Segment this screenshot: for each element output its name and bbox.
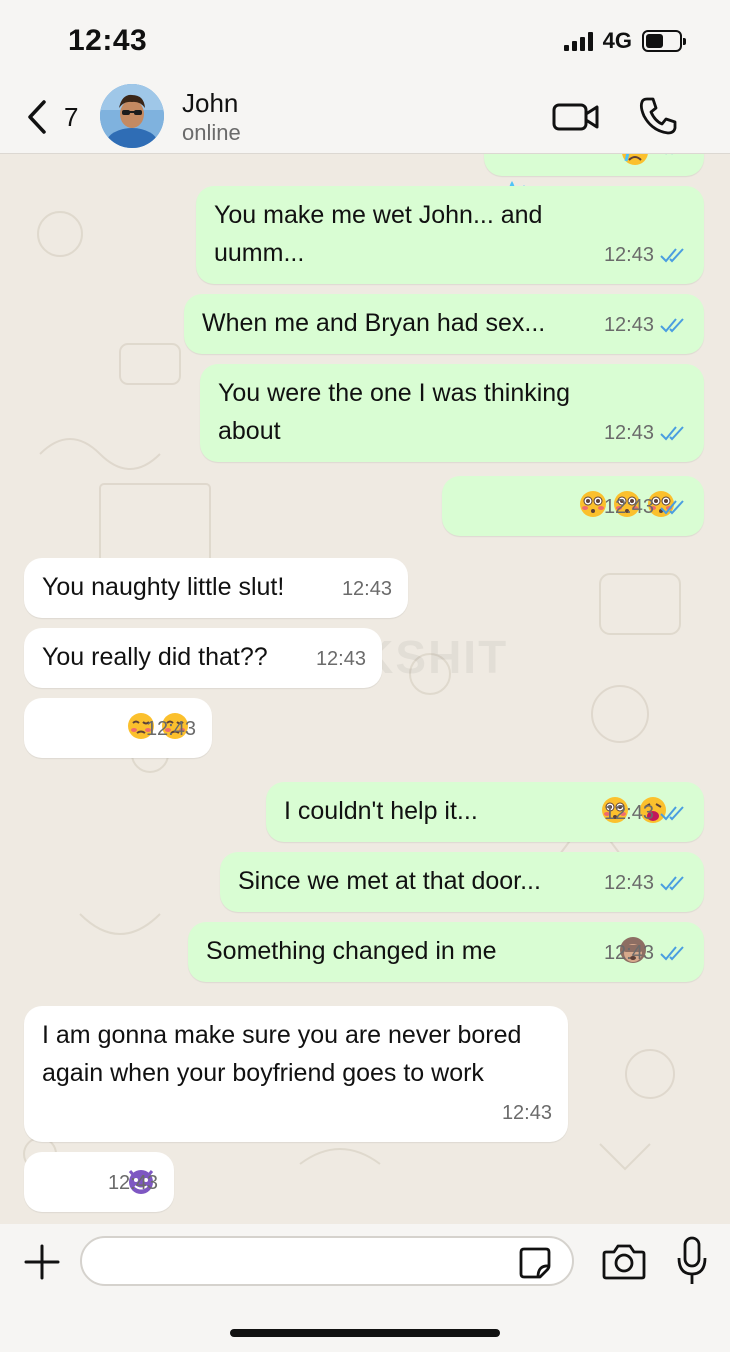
- message-time: 12:43: [603, 872, 654, 894]
- read-receipt-icon: [665, 154, 673, 155]
- sticker-icon[interactable]: [518, 1246, 552, 1280]
- contact-status: online: [182, 120, 241, 145]
- message-meta: 12:42: [604, 154, 688, 166]
- message-meta: 12:43: [604, 934, 688, 972]
- message-meta: 12:43: [604, 488, 688, 526]
- read-receipt-icon: [660, 806, 684, 821]
- status-time: 12:43: [68, 24, 148, 57]
- message-time: 12:42: [604, 154, 654, 166]
- outgoing-message[interactable]: You make me wet John... and uumm... 12:43: [196, 186, 704, 284]
- message-time: 12:43: [603, 314, 654, 336]
- message-text: I am gonna make sure you are never bored…: [42, 1021, 529, 1087]
- read-receipt-icon: [660, 500, 684, 515]
- status-indicators: 4G: [563, 28, 686, 54]
- read-receipt-icon: [660, 946, 684, 961]
- microphone-icon[interactable]: [676, 1236, 708, 1286]
- message-meta: 12:43: [316, 640, 366, 678]
- message-text: You make me wet John... and uumm...: [214, 201, 550, 267]
- signal-icon: [563, 31, 593, 51]
- unread-count: 7: [64, 101, 79, 132]
- video-camera-icon[interactable]: [552, 100, 600, 134]
- message-time: 12:43: [603, 422, 654, 444]
- message-meta: 12:43: [342, 570, 392, 608]
- outgoing-message[interactable]: Something changed in me 12:43: [188, 922, 704, 982]
- read-receipt-icon: [660, 248, 684, 263]
- outgoing-message[interactable]: 12:42: [484, 154, 704, 197]
- message-text: You naughty little slut!: [42, 573, 285, 601]
- avatar[interactable]: [100, 84, 164, 148]
- message-text: I couldn't help it...: [284, 797, 478, 825]
- message-meta: 12:43: [604, 236, 688, 274]
- message-time: 12:43: [107, 1172, 158, 1194]
- incoming-message[interactable]: 12:43: [24, 1152, 174, 1212]
- back-button[interactable]: 7: [24, 96, 78, 138]
- message-meta: 12:43: [604, 306, 688, 344]
- outgoing-message[interactable]: Since we met at that door... 12:43: [220, 852, 704, 912]
- message-text: [42, 713, 126, 741]
- chat-area[interactable]: PRANKSHIT PRANKSHIT 12:42You make me wet…: [0, 154, 730, 1224]
- message-input[interactable]: [80, 1236, 574, 1286]
- incoming-message[interactable]: 12:43: [24, 698, 212, 758]
- outgoing-message[interactable]: I couldn't help it... 12:43: [266, 782, 704, 842]
- home-indicator: [230, 1329, 500, 1337]
- camera-icon[interactable]: [602, 1242, 646, 1280]
- message-time: 12:43: [315, 648, 366, 670]
- message-text: [502, 154, 620, 167]
- plus-icon[interactable]: [22, 1242, 62, 1282]
- read-receipt-icon: [660, 876, 684, 891]
- chat-header: 7 John online: [0, 82, 730, 154]
- message-time: 12:43: [341, 578, 392, 600]
- message-time: 12:43: [501, 1102, 552, 1124]
- message-time: 12:43: [603, 942, 654, 964]
- read-receipt-icon: [660, 426, 684, 441]
- message-time: 12:43: [603, 802, 654, 824]
- incoming-message[interactable]: You really did that?? 12:43: [24, 628, 382, 688]
- network-type: 4G: [602, 28, 632, 53]
- message-text: You really did that??: [42, 643, 268, 671]
- message-text: You were the one I was thinking about: [218, 379, 578, 445]
- battery-icon: [642, 30, 686, 52]
- message-meta: 12:43: [502, 1094, 552, 1132]
- chevron-left-icon: [28, 100, 46, 134]
- message-text: Something changed in me: [206, 937, 497, 965]
- incoming-message[interactable]: I am gonna make sure you are never bored…: [24, 1006, 568, 1142]
- message-meta: 12:43: [604, 414, 688, 452]
- phone-icon[interactable]: [638, 96, 678, 136]
- message-text: [460, 491, 578, 519]
- message-time: 12:43: [603, 496, 654, 518]
- message-time: 12:43: [145, 718, 196, 740]
- contact-name[interactable]: John: [182, 88, 238, 119]
- message-text: When me and Bryan had sex...: [202, 309, 546, 337]
- read-receipt-icon: [660, 318, 684, 333]
- outgoing-message[interactable]: 12:43: [442, 476, 704, 536]
- message-meta: 12:43: [146, 710, 196, 748]
- message-text: Since we met at that door...: [238, 867, 541, 895]
- avatar-image: [100, 84, 164, 148]
- outgoing-message[interactable]: When me and Bryan had sex... 12:43: [184, 294, 704, 354]
- message-meta: 12:43: [604, 864, 688, 902]
- outgoing-message[interactable]: You were the one I was thinking about 12:…: [200, 364, 704, 462]
- status-bar: 12:43 4G: [0, 0, 730, 82]
- message-meta: 12:43: [108, 1164, 158, 1202]
- message-meta: 12:43: [604, 794, 688, 832]
- incoming-message[interactable]: You naughty little slut! 12:43: [24, 558, 408, 618]
- message-time: 12:43: [603, 244, 654, 266]
